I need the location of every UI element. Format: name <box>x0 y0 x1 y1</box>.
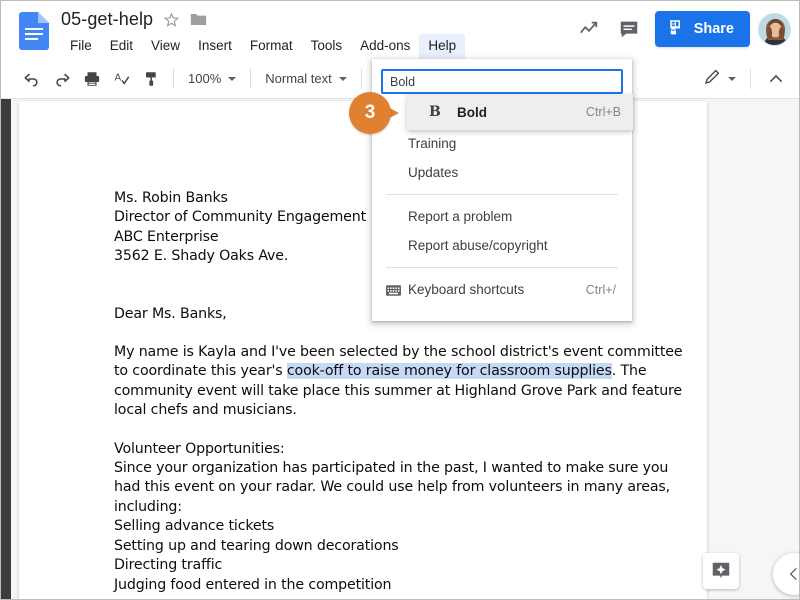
menu-search-result-bold[interactable]: B Bold Ctrl+B <box>407 94 633 130</box>
toolbar-divider <box>250 68 252 89</box>
undo-icon[interactable] <box>19 66 45 92</box>
explore-button[interactable] <box>703 553 739 589</box>
volunteer-list-item: Setting up and tearing down decorations <box>114 537 399 554</box>
help-menu-item-keyboard-shortcuts[interactable]: Keyboard shortcuts Ctrl+/ <box>372 275 632 304</box>
page-title[interactable]: 05-get-help <box>61 9 153 30</box>
step-callout-3: 3 <box>349 92 399 134</box>
edit-mode-pencil-icon <box>703 68 721 89</box>
help-menu-item-training[interactable]: Training <box>372 129 632 158</box>
collapse-toolbar-icon[interactable] <box>763 66 789 92</box>
paragraph-style-value: Normal text <box>265 71 332 86</box>
share-button[interactable]: Share <box>654 11 750 47</box>
help-menu-item-report-abuse[interactable]: Report abuse/copyright <box>372 231 632 260</box>
paint-format-icon[interactable] <box>139 66 165 92</box>
help-menu-item-label: Keyboard shortcuts <box>408 282 525 297</box>
print-icon[interactable] <box>79 66 105 92</box>
volunteer-heading: Volunteer Opportunities: <box>114 440 285 457</box>
chevron-down-icon <box>228 76 237 81</box>
menu-item-addons[interactable]: Add-ons <box>351 34 419 59</box>
paragraph-style-select[interactable]: Normal text <box>259 68 352 89</box>
intro-paragraph: My name is Kayla and I've been selected … <box>114 343 684 421</box>
menu-item-format[interactable]: Format <box>241 34 302 59</box>
edit-mode-select[interactable] <box>697 65 742 92</box>
spelling-check-icon[interactable]: A <box>109 66 135 92</box>
volunteer-list-item: Directing traffic <box>114 557 223 574</box>
menu-item-file[interactable]: File <box>61 34 101 59</box>
menu-item-view[interactable]: View <box>142 34 189 59</box>
menu-bar: File Edit View Insert Format Tools Add-o… <box>61 34 466 59</box>
menu-divider <box>386 194 618 195</box>
star-icon[interactable] <box>163 11 180 28</box>
chevron-down-icon <box>338 76 347 81</box>
menu-item-edit[interactable]: Edit <box>101 34 142 59</box>
redo-icon[interactable] <box>49 66 75 92</box>
search-result-accelerator: Ctrl+B <box>585 105 621 119</box>
menu-item-tools[interactable]: Tools <box>302 34 352 59</box>
search-result-label: Bold <box>457 104 487 120</box>
volunteer-list-item: Selling advance tickets <box>114 518 275 535</box>
folder-icon[interactable] <box>190 12 207 27</box>
menu-item-insert[interactable]: Insert <box>189 34 241 59</box>
help-menu-item-updates[interactable]: Updates <box>372 158 632 187</box>
bold-icon: B <box>429 104 441 120</box>
help-menu-item-accelerator: Ctrl+/ <box>585 282 616 297</box>
zoom-select[interactable]: 100% <box>182 68 242 89</box>
share-lock-icon <box>668 18 686 40</box>
keyboard-icon <box>386 284 401 296</box>
volunteer-list-item: Judging food entered in the competition <box>114 576 392 593</box>
share-button-label: Share <box>693 21 734 37</box>
avatar[interactable] <box>758 12 791 46</box>
callout-number: 3 <box>349 92 391 134</box>
toolbar-divider <box>750 68 752 89</box>
menu-divider <box>386 267 618 268</box>
docs-logo-icon <box>19 12 49 50</box>
help-search-input[interactable] <box>381 69 623 94</box>
svg-text:A: A <box>115 72 122 83</box>
menu-item-help[interactable]: Help <box>419 34 466 59</box>
selected-text: cook-off to raise money for classroom su… <box>286 363 612 380</box>
comment-icon[interactable] <box>609 9 649 49</box>
chevron-down-icon <box>728 76 737 81</box>
header-actions: Share <box>569 9 791 49</box>
help-menu-item-report-problem[interactable]: Report a problem <box>372 202 632 231</box>
document-title-row: 05-get-help <box>61 9 207 30</box>
toolbar-divider <box>360 68 362 89</box>
volunteer-intro: Since your organization has participated… <box>114 460 671 515</box>
app-header: 05-get-help File Edit View Insert Format… <box>1 1 799 59</box>
right-rail <box>759 99 799 599</box>
zoom-value: 100% <box>188 71 222 86</box>
google-docs-window: 05-get-help File Edit View Insert Format… <box>0 0 800 600</box>
toolbar-divider <box>173 68 174 89</box>
activity-dashboard-icon[interactable] <box>569 9 609 49</box>
